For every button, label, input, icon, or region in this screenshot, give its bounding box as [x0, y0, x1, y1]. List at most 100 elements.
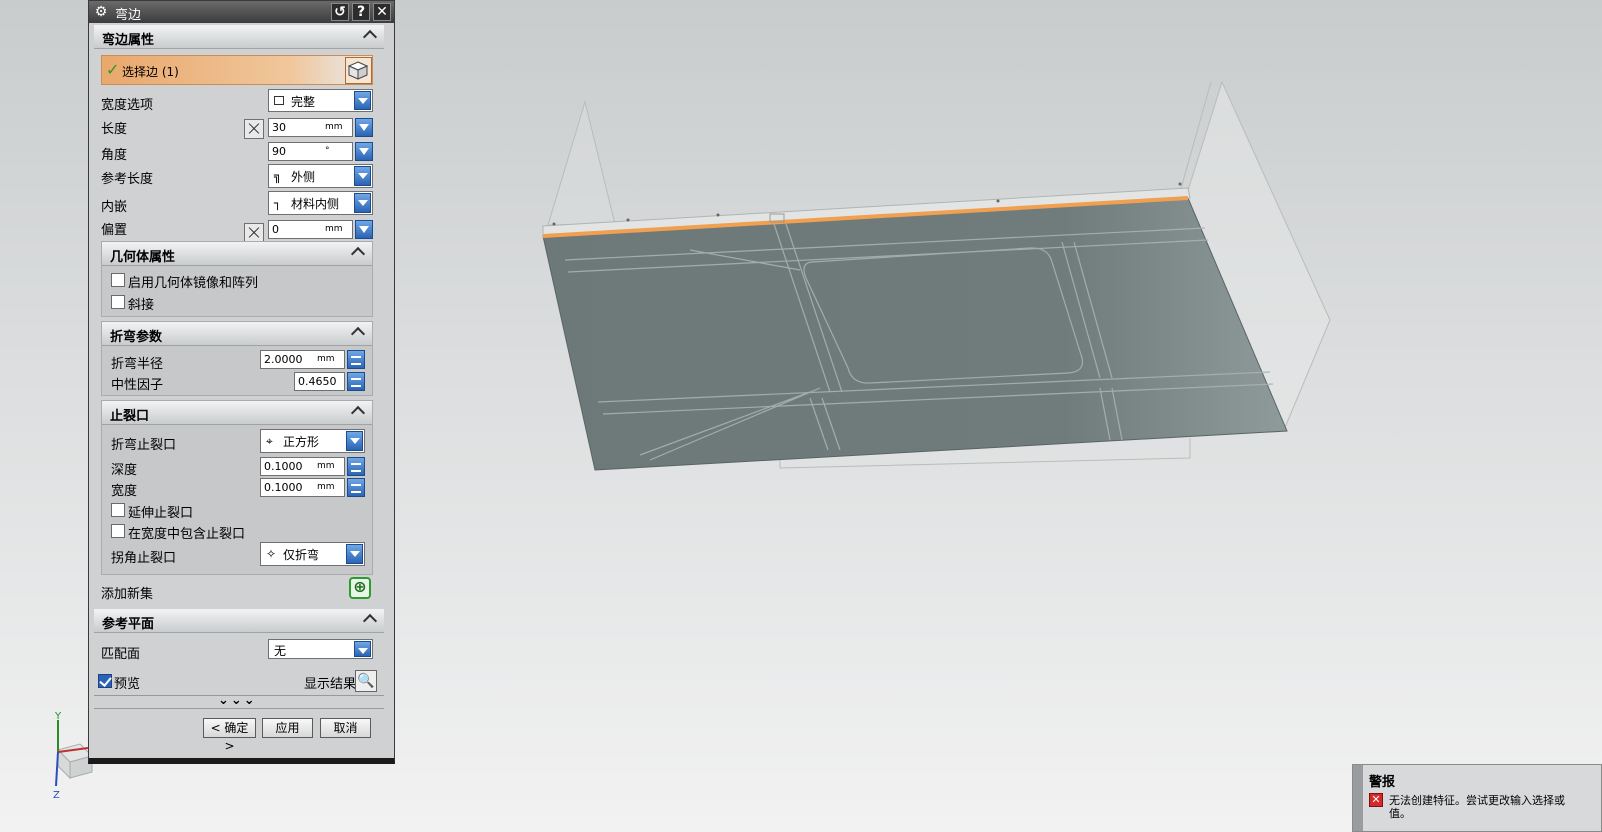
- collapse-icon[interactable]: [364, 29, 376, 41]
- add-new-set-label: 添加新集: [101, 587, 154, 602]
- bend-radius-options-icon[interactable]: [347, 350, 365, 369]
- close-icon[interactable]: ✕: [373, 3, 391, 21]
- formula-icon[interactable]: [244, 223, 264, 243]
- apply-button[interactable]: 应用: [262, 718, 313, 738]
- alert-message-line2: 值。: [1389, 807, 1411, 820]
- preview-checkbox[interactable]: [98, 674, 112, 688]
- edge-selector-button[interactable]: [345, 57, 372, 84]
- dialog-titlebar: ⚙ 弯边 ↺ ? ✕: [89, 1, 394, 23]
- ref-length-value: 外侧: [291, 170, 316, 184]
- offset-options-icon[interactable]: [355, 220, 373, 239]
- dropdown-arrow-icon[interactable]: [346, 431, 363, 451]
- mirror-pattern-checkbox[interactable]: [111, 273, 125, 287]
- mirror-pattern-label: 启用几何体镜像和阵列: [128, 276, 259, 291]
- dropdown-arrow-icon[interactable]: [354, 166, 371, 186]
- width-option-value: 完整: [291, 95, 316, 109]
- ref-length-select[interactable]: ╗ 外侧: [268, 164, 373, 188]
- alert-message-line1: 无法创建特征。尝试更改输入选择或: [1389, 794, 1565, 807]
- outer-icon: ╗: [274, 169, 282, 183]
- relief-depth-unit: mm: [317, 461, 335, 471]
- length-input[interactable]: 30 mm: [268, 118, 353, 137]
- panel-grip[interactable]: [1353, 765, 1363, 831]
- bend-relief-label: 折弯止裂口: [111, 438, 177, 453]
- angle-options-icon[interactable]: [355, 142, 373, 161]
- dialog-title: 弯边: [115, 8, 142, 23]
- geometry-props-panel: 几何体属性 启用几何体镜像和阵列 斜接: [101, 241, 373, 317]
- gear-icon[interactable]: ⚙: [92, 3, 110, 21]
- bend-relief-select[interactable]: ⌖ 正方形: [260, 429, 365, 453]
- section-ref-plane[interactable]: 参考平面: [94, 609, 384, 633]
- dropdown-arrow-icon[interactable]: [354, 193, 371, 213]
- section-geometry-props[interactable]: 几何体属性: [102, 242, 372, 266]
- section-relief[interactable]: 止裂口: [102, 401, 372, 425]
- section-title: 弯边属性: [102, 33, 155, 48]
- angle-input[interactable]: 90 °: [268, 142, 353, 161]
- bend-radius-input[interactable]: 2.0000 mm: [260, 350, 345, 369]
- match-face-value: 无: [274, 644, 287, 658]
- section-bend-params[interactable]: 折弯参数: [102, 322, 372, 346]
- preview-label: 预览: [114, 677, 141, 692]
- formula-icon[interactable]: [244, 119, 264, 139]
- material-inside-icon: ┐: [274, 196, 282, 210]
- relief-width-input[interactable]: 0.1000 mm: [260, 478, 345, 497]
- dropdown-arrow-icon[interactable]: [354, 91, 371, 110]
- offset-value: 0: [272, 223, 279, 236]
- reset-icon[interactable]: ↺: [331, 3, 349, 21]
- error-icon: ✕: [1369, 793, 1383, 807]
- bend-params-panel: 折弯参数 折弯半径 2.0000 mm 中性因子 0.4650: [101, 321, 373, 396]
- more-options-toggle[interactable]: ⌄⌄⌄: [94, 693, 384, 709]
- dropdown-arrow-icon[interactable]: [354, 641, 371, 657]
- check-icon: ✓: [106, 60, 120, 79]
- section-title: 折弯参数: [110, 330, 163, 345]
- miter-label: 斜接: [128, 298, 155, 313]
- section-flange-props[interactable]: 弯边属性: [94, 25, 384, 49]
- length-options-icon[interactable]: [355, 118, 373, 137]
- collapse-icon[interactable]: [364, 613, 376, 625]
- neutral-factor-input[interactable]: 0.4650: [294, 372, 345, 391]
- relief-depth-input[interactable]: 0.1000 mm: [260, 457, 345, 476]
- relief-panel: 止裂口 折弯止裂口 ⌖ 正方形 深度 0.1000 mm 宽度 0.1000 m…: [101, 400, 373, 575]
- width-option-label: 宽度选项: [101, 98, 154, 113]
- extend-relief-checkbox[interactable]: [111, 503, 125, 517]
- relief-width-unit: mm: [317, 482, 335, 492]
- angle-value: 90: [272, 145, 286, 158]
- chevron-down-icon: ⌄⌄⌄: [218, 693, 257, 708]
- section-title: 参考平面: [102, 617, 155, 632]
- cancel-button[interactable]: 取消: [320, 718, 371, 738]
- include-relief-label: 在宽度中包含止裂口: [128, 527, 246, 542]
- relief-width-label: 宽度: [111, 484, 138, 499]
- angle-unit: °: [325, 146, 330, 156]
- offset-unit: mm: [325, 224, 343, 234]
- inset-value: 材料内侧: [291, 197, 340, 211]
- width-option-select[interactable]: 完整: [268, 89, 373, 112]
- length-unit: mm: [325, 122, 343, 132]
- length-label: 长度: [101, 122, 128, 137]
- help-icon[interactable]: ?: [352, 3, 370, 21]
- select-edge-row[interactable]: ✓ 选择边 (1): [101, 55, 373, 85]
- miter-checkbox[interactable]: [111, 295, 125, 309]
- ok-button[interactable]: < 确定 >: [203, 718, 256, 753]
- dropdown-arrow-icon[interactable]: [346, 544, 363, 564]
- square-relief-icon: ⌖: [266, 434, 273, 448]
- match-face-select[interactable]: 无: [268, 639, 373, 659]
- relief-width-options-icon[interactable]: [347, 478, 365, 497]
- length-value: 30: [272, 121, 286, 134]
- relief-depth-options-icon[interactable]: [347, 457, 365, 476]
- add-set-icon[interactable]: ⊕: [349, 577, 371, 599]
- angle-label: 角度: [101, 148, 128, 163]
- corner-relief-select[interactable]: ✧ 仅折弯: [260, 542, 365, 566]
- neutral-factor-options-icon[interactable]: [347, 372, 365, 391]
- offset-input[interactable]: 0 mm: [268, 220, 353, 239]
- include-relief-checkbox[interactable]: [111, 524, 125, 538]
- sheet-plate: [542, 197, 1288, 471]
- collapse-icon[interactable]: [352, 326, 364, 338]
- inset-select[interactable]: ┐ 材料内侧: [268, 191, 373, 215]
- collapse-icon[interactable]: [352, 405, 364, 417]
- section-title: 止裂口: [110, 409, 150, 424]
- match-face-label: 匹配面: [101, 647, 141, 662]
- alert-panel: 警报 ✕ 无法创建特征。尝试更改输入选择或 值。: [1352, 764, 1602, 832]
- collapse-icon[interactable]: [352, 246, 364, 258]
- cube-icon: [347, 61, 369, 80]
- magnifier-icon[interactable]: 🔍: [355, 670, 377, 692]
- show-result-label: 显示结果: [304, 677, 357, 692]
